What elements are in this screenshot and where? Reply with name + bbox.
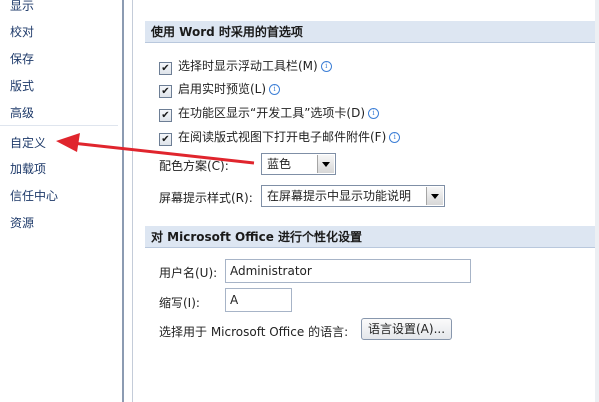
section-header-word-preferences: 使用 Word 时采用的首选项 — [145, 21, 595, 43]
screentip-style-label: 屏幕提示样式(R): — [159, 191, 253, 205]
developer-tab-label: 在功能区显示“开发工具”选项卡(D) — [178, 106, 366, 120]
developer-tab-checkbox[interactable]: ✔ — [159, 109, 172, 122]
info-icon: i — [320, 61, 332, 72]
sidebar-separator — [0, 125, 118, 126]
language-settings-button[interactable]: 语言设置(A)... — [361, 318, 453, 340]
checkbox-row-mini-toolbar[interactable]: ✔ 选择时显示浮动工具栏(M) i — [159, 57, 332, 75]
live-preview-label: 启用实时预览(L) — [178, 82, 267, 96]
options-sidebar: 显示 校对 保存 版式 高级 自定义 加载项 信任中心 资源 — [0, 0, 122, 402]
options-content-pane: 使用 Word 时采用的首选项 ✔ 选择时显示浮动工具栏(M) i ✔ 启用实时预览(… — [133, 0, 599, 402]
screentip-style-value: 在屏幕提示中显示功能说明 — [267, 189, 412, 203]
sidebar-item-typography[interactable]: 版式 — [10, 76, 34, 96]
sidebar-item-display[interactable]: 显示 — [10, 0, 34, 16]
info-icon: i — [269, 84, 281, 95]
screentip-style-select[interactable]: 在屏幕提示中显示功能说明 — [261, 185, 445, 207]
email-attachments-label: 在阅读版式视图下打开电子邮件附件(F) — [178, 130, 387, 144]
sidebar-item-save[interactable]: 保存 — [10, 49, 34, 69]
sidebar-item-customize[interactable]: 自定义 — [10, 133, 46, 153]
language-label: 选择用于 Microsoft Office 的语言: — [159, 325, 349, 339]
mini-toolbar-label: 选择时显示浮动工具栏(M) — [178, 59, 318, 73]
info-icon: i — [368, 108, 380, 119]
checkbox-row-email-attachments[interactable]: ✔ 在阅读版式视图下打开电子邮件附件(F) i — [159, 128, 401, 146]
section-header-personalize: 对 Microsoft Office 进行个性化设置 — [145, 226, 595, 248]
sidebar-item-trust-center[interactable]: 信任中心 — [10, 186, 58, 206]
email-attachments-checkbox[interactable]: ✔ — [159, 133, 172, 146]
sidebar-item-proofing[interactable]: 校对 — [10, 22, 34, 42]
color-scheme-select[interactable]: 蓝色 — [261, 153, 336, 175]
chevron-down-icon[interactable] — [317, 155, 334, 173]
sidebar-item-resources[interactable]: 资源 — [10, 213, 34, 233]
checkbox-row-developer-tab[interactable]: ✔ 在功能区显示“开发工具”选项卡(D) i — [159, 104, 380, 122]
info-icon: i — [389, 132, 401, 143]
username-label: 用户名(U): — [159, 266, 218, 280]
sidebar-item-advanced[interactable]: 高级 — [10, 103, 34, 123]
pane-gap — [124, 0, 132, 402]
initials-label: 缩写(I): — [159, 296, 200, 310]
initials-input[interactable]: A — [225, 288, 292, 312]
mini-toolbar-checkbox[interactable]: ✔ — [159, 62, 172, 75]
live-preview-checkbox[interactable]: ✔ — [159, 85, 172, 98]
sidebar-item-addins[interactable]: 加载项 — [10, 159, 46, 179]
color-scheme-label: 配色方案(C): — [159, 159, 229, 173]
color-scheme-value: 蓝色 — [267, 157, 292, 171]
username-input[interactable]: Administrator — [225, 259, 471, 283]
checkbox-row-live-preview[interactable]: ✔ 启用实时预览(L) i — [159, 80, 281, 98]
chevron-down-icon[interactable] — [426, 187, 443, 205]
scrollbar[interactable] — [595, 0, 599, 402]
